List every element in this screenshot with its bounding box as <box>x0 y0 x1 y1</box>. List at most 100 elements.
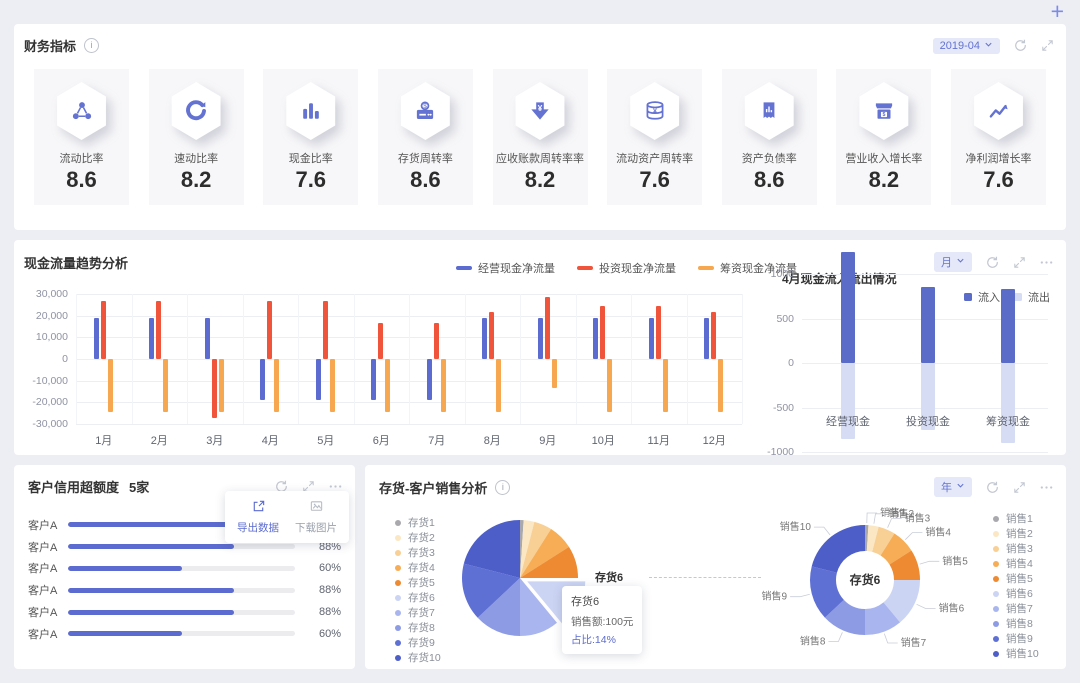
bar-series-2 <box>655 305 661 359</box>
legend-item[interactable]: 销售1 <box>993 511 1039 526</box>
bar-series-1 <box>426 359 432 401</box>
legend-item[interactable]: 存货10 <box>395 650 441 665</box>
legend-item[interactable]: 销售8 <box>993 616 1039 631</box>
kpi-card[interactable]: 资产负债率 8.6 <box>721 69 817 205</box>
credit-row-label: 客户A <box>28 585 58 598</box>
export-icon <box>251 499 266 517</box>
legend-item[interactable]: 流入 <box>964 289 1000 305</box>
credit-row-label: 客户A <box>28 628 58 641</box>
axis-category-label: 9月 <box>539 435 557 447</box>
expand-icon[interactable] <box>1013 481 1026 494</box>
legend-item[interactable]: 存货6 <box>395 590 441 605</box>
panel-header: 财务指标 i 2019-04 <box>14 24 1066 55</box>
legend-item[interactable]: 存货3 <box>395 545 441 560</box>
bar-series-2 <box>711 312 717 359</box>
kpi-hexagon <box>285 82 337 140</box>
gridline-vertical <box>187 294 188 424</box>
kpi-card[interactable]: 净利润增长率 7.6 <box>951 69 1046 205</box>
legend-item[interactable]: 销售10 <box>993 646 1039 661</box>
legend-item[interactable]: 投资现金净流量 <box>577 260 676 276</box>
legend-swatch <box>395 534 401 541</box>
bar-series-3 <box>551 359 557 389</box>
kpi-label: 应收账款周转率率 <box>496 153 584 165</box>
legend-swatch <box>395 654 401 661</box>
legend-label: 流入 <box>978 292 1000 304</box>
inventory-legend: 存货1 存货2 存货3 存货4 存货5 存货6 存货7 存货8 存货9 存货10 <box>395 515 441 664</box>
legend-item[interactable]: 销售2 <box>993 526 1039 541</box>
kpi-card[interactable]: $ 存货周转率 8.6 <box>377 69 473 205</box>
svg-text:¥: ¥ <box>538 104 543 113</box>
kpi-card[interactable]: ¥ 应收账款周转率率 8.2 <box>492 69 588 205</box>
legend-item[interactable]: 存货7 <box>395 605 441 620</box>
legend-item[interactable]: 销售4 <box>993 556 1039 571</box>
menu-item-label: 下载图片 <box>295 522 337 534</box>
legend-item[interactable]: 销售7 <box>993 601 1039 616</box>
kpi-card[interactable]: ¥ 流动资产周转率 7.6 <box>607 69 703 205</box>
credit-row: 客户A 60% <box>28 623 341 645</box>
credit-bar-fill <box>68 522 235 528</box>
info-icon[interactable]: i <box>495 479 511 495</box>
credit-row-value: 88% <box>318 606 341 619</box>
axis-tick-label: -1000 <box>767 446 794 458</box>
bar-series-2 <box>600 305 606 359</box>
kpi-card[interactable]: 流动比率 8.6 <box>34 69 129 205</box>
refresh-icon[interactable] <box>985 480 1000 495</box>
period-dropdown[interactable]: 2019-04 <box>932 37 1000 54</box>
gridline-vertical <box>631 294 632 424</box>
bar-series-1 <box>593 317 599 359</box>
legend-swatch <box>698 266 714 270</box>
kpi-value: 7.6 <box>639 167 670 192</box>
sales-legend: 销售1 销售2 销售3 销售4 销售5 销售6 销售7 销售8 销售9 销售10 <box>993 511 1039 660</box>
menu-item-download[interactable]: 下载图片 <box>295 499 337 535</box>
legend-item[interactable]: 经营现金净流量 <box>456 260 555 276</box>
legend-item[interactable]: 存货5 <box>395 575 441 590</box>
kpi-card[interactable]: 速动比率 8.2 <box>148 69 244 205</box>
legend-item[interactable]: 销售5 <box>993 571 1039 586</box>
legend-item[interactable]: 存货1 <box>395 515 441 530</box>
credit-bar-track <box>68 587 295 593</box>
panel-financial-indicators: 财务指标 i 2019-04 流动比率 8.6 速动比率 8.2 现金比率 7.6 $ 存货周… <box>14 24 1066 230</box>
callout-line <box>887 518 902 528</box>
refresh-icon[interactable] <box>1013 38 1028 53</box>
more-icon[interactable] <box>1039 480 1054 495</box>
bar-series-1 <box>149 317 155 359</box>
pie-callout-label: 存货6 <box>595 572 624 584</box>
add-panel-button[interactable]: + <box>1051 0 1064 25</box>
bar-series-3 <box>607 359 613 413</box>
legend-item[interactable]: 流出 <box>1014 289 1050 305</box>
legend-label: 存货5 <box>408 577 435 589</box>
legend-label: 销售5 <box>1006 573 1033 585</box>
legend-item[interactable]: 存货4 <box>395 560 441 575</box>
bar-series-1 <box>204 317 210 359</box>
info-icon[interactable]: i <box>84 38 100 53</box>
legend-item[interactable]: 销售3 <box>993 541 1039 556</box>
legend-item[interactable]: 存货2 <box>395 530 441 545</box>
credit-row-label: 客户A <box>28 541 58 554</box>
legend-label: 销售10 <box>1006 648 1039 660</box>
bar-series-3 <box>107 359 113 413</box>
expand-icon[interactable] <box>1041 39 1054 52</box>
kpi-card[interactable]: $ 营业收入增长率 8.2 <box>836 69 932 205</box>
credit-row-value: 88% <box>318 584 341 597</box>
legend-swatch <box>395 564 401 571</box>
menu-item-export[interactable]: 导出数据 <box>237 499 279 535</box>
legend-item[interactable]: 销售9 <box>993 631 1039 646</box>
gridline-vertical <box>131 294 133 424</box>
bar-series-3 <box>274 359 280 413</box>
gridline-vertical <box>742 294 743 424</box>
kpi-label: 速动比率 <box>174 153 219 165</box>
kpi-card[interactable]: 现金比率 7.6 <box>263 69 359 205</box>
tooltip-title: 存货6 <box>571 596 600 608</box>
kpi-hexagon <box>170 82 222 140</box>
bar-series-1 <box>704 317 710 359</box>
kpi-label: 流动资产周转率 <box>616 153 694 165</box>
legend-item[interactable]: 存货8 <box>395 620 441 635</box>
tooltip-sales: 销售额:100元 <box>571 616 634 628</box>
gridline-vertical <box>76 294 77 424</box>
legend-item[interactable]: 存货9 <box>395 635 441 650</box>
donut-slice-销售10[interactable] <box>811 525 865 573</box>
gridline-vertical <box>353 294 355 424</box>
panel-title: 财务指标 <box>24 39 77 54</box>
legend-label: 销售4 <box>1006 558 1033 570</box>
legend-item[interactable]: 销售6 <box>993 586 1039 601</box>
